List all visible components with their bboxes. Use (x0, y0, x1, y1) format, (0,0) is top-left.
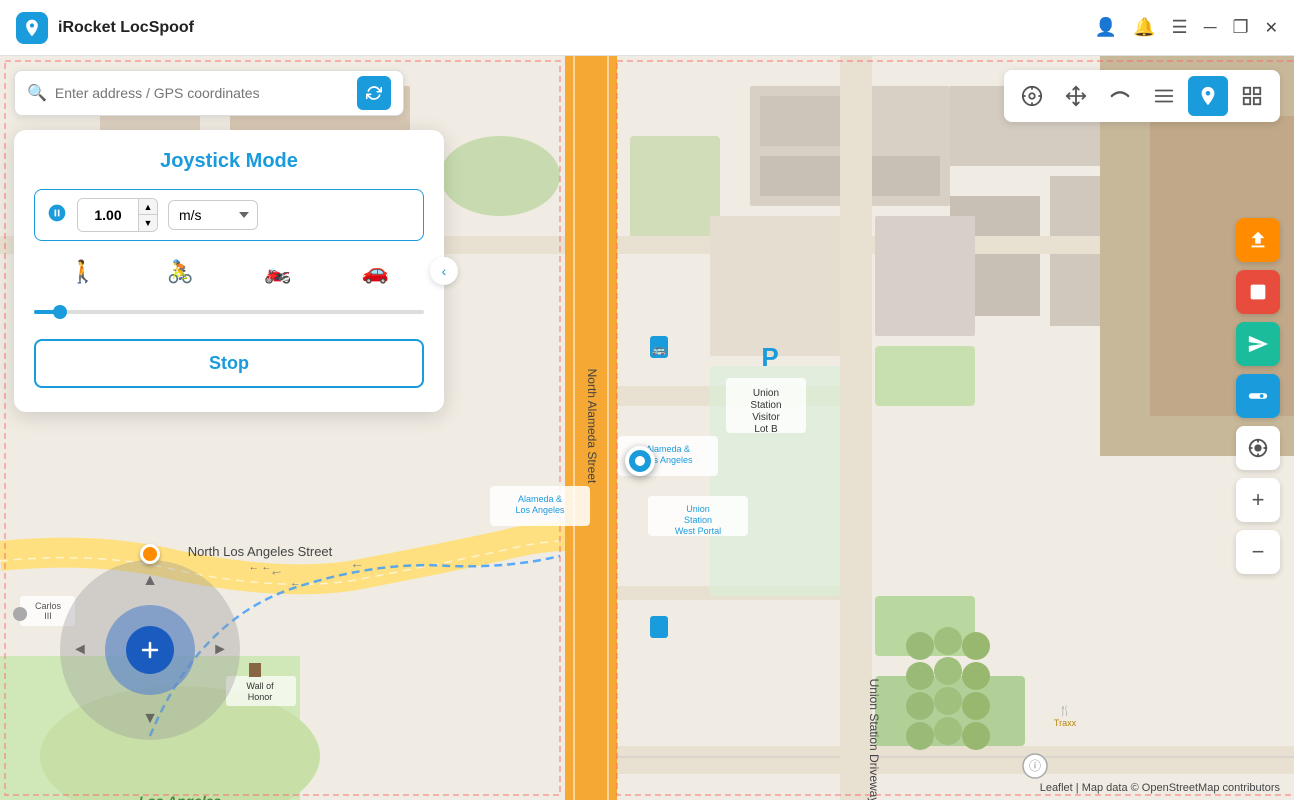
svg-text:Los Angeles: Los Angeles (515, 505, 565, 515)
map-location-marker (625, 446, 655, 476)
svg-text:🚌: 🚌 (652, 344, 666, 356)
close-icon[interactable]: ✕ (1265, 18, 1278, 38)
window-controls: 👤 🔔 ☰ ─ ❐ ✕ (1095, 17, 1278, 38)
svg-text:←: ← (290, 577, 301, 589)
svg-text:Station: Station (750, 400, 781, 411)
svg-text:🍴: 🍴 (1059, 704, 1071, 717)
panel-title: Joystick Mode (34, 150, 424, 173)
svg-text:Union: Union (686, 504, 710, 514)
bike-mode-btn[interactable]: 🚴 (167, 259, 194, 285)
app-title: iRocket LocSpoof (58, 19, 1095, 37)
crosshair-btn[interactable] (1012, 76, 1052, 116)
walk-mode-btn[interactable]: 🚶 (69, 259, 96, 285)
user-icon[interactable]: 👤 (1095, 17, 1117, 38)
joystick-right-arrow[interactable]: ► (212, 641, 228, 659)
speed-control-row: 1.00 ▲ ▼ m/s km/h mph (34, 189, 424, 241)
joystick[interactable]: ▲ ▼ ◄ ► (60, 560, 240, 740)
map-attribution: Leaflet | Map data © OpenStreetMap contr… (1040, 782, 1280, 794)
svg-text:←: ← (268, 561, 285, 579)
search-bar: 🔍 (14, 70, 404, 116)
zoom-out-btn[interactable]: − (1236, 530, 1280, 574)
joystick-panel: Joystick Mode 1.00 ▲ ▼ m/s km/h (14, 130, 444, 412)
menu-icon[interactable]: ☰ (1172, 17, 1188, 38)
search-input[interactable] (55, 85, 349, 101)
zoom-in-btn[interactable]: + (1236, 478, 1280, 522)
svg-text:Union Station Driveway: Union Station Driveway (867, 679, 881, 800)
speed-icon (47, 203, 67, 228)
svg-text:Union: Union (753, 388, 779, 399)
map-area[interactable]: ← ← ← North Alameda Street Union Station… (0, 56, 1294, 800)
svg-text:← ←: ← ← (249, 562, 272, 573)
svg-text:P: P (761, 342, 778, 372)
right-panel: + − (1236, 218, 1280, 574)
record-btn[interactable] (1236, 270, 1280, 314)
svg-text:Station: Station (684, 515, 712, 525)
motorcycle-mode-btn[interactable]: 🏍️ (264, 259, 291, 285)
svg-text:←: ← (350, 555, 364, 571)
joystick-down-arrow[interactable]: ▼ (142, 710, 158, 728)
joystick-left-arrow[interactable]: ◄ (72, 641, 88, 659)
app-logo (16, 12, 48, 44)
panel-collapse-btn[interactable]: ‹ (430, 257, 458, 285)
waypoint-btn[interactable] (1144, 76, 1184, 116)
map-toolbar (1004, 70, 1280, 122)
pin-btn[interactable] (1188, 76, 1228, 116)
svg-text:North Los Angeles Street: North Los Angeles Street (188, 544, 333, 559)
export-btn[interactable] (1236, 218, 1280, 262)
speed-input-wrap: 1.00 ▲ ▼ (77, 198, 158, 232)
speed-input[interactable]: 1.00 (78, 199, 138, 231)
speed-down-button[interactable]: ▼ (139, 215, 157, 231)
speed-slider[interactable] (34, 310, 424, 314)
stop-button[interactable]: Stop (34, 339, 424, 388)
car-mode-btn[interactable]: 🚗 (362, 259, 389, 285)
joystick-inner[interactable] (105, 605, 195, 695)
svg-text:North Alameda Street: North Alameda Street (585, 369, 599, 484)
joystick-up-arrow[interactable]: ▲ (142, 572, 158, 590)
svg-text:Alameda &: Alameda & (518, 494, 562, 504)
svg-text:Traxx: Traxx (1054, 718, 1077, 728)
refresh-button[interactable] (357, 76, 391, 110)
titlebar: iRocket LocSpoof 👤 🔔 ☰ ─ ❐ ✕ (0, 0, 1294, 56)
svg-text:ⓘ: ⓘ (1029, 759, 1041, 773)
joystick-outer: ▲ ▼ ◄ ► (60, 560, 240, 740)
unit-select[interactable]: m/s km/h mph (168, 200, 258, 230)
minimize-icon[interactable]: ─ (1204, 17, 1217, 38)
speed-arrows: ▲ ▼ (138, 199, 157, 231)
locate-btn[interactable] (1236, 426, 1280, 470)
svg-text:III: III (44, 611, 52, 621)
route-btn[interactable] (1100, 76, 1140, 116)
svg-text:West Portal: West Portal (675, 526, 721, 536)
bell-icon[interactable]: 🔔 (1133, 17, 1155, 38)
svg-text:Honor: Honor (248, 692, 273, 702)
speed-up-button[interactable]: ▲ (139, 199, 157, 215)
svg-text:Lot B: Lot B (754, 424, 778, 435)
transport-mode-row: 🚶 🚴 🏍️ 🚗 (34, 255, 424, 289)
toggle-btn[interactable] (1236, 374, 1280, 418)
svg-text:Visitor: Visitor (752, 412, 780, 423)
joystick-center[interactable] (126, 626, 174, 674)
joystick-pin (140, 544, 160, 564)
send-btn[interactable] (1236, 322, 1280, 366)
svg-text:Los Angeles: Los Angeles (139, 793, 222, 800)
move-btn[interactable] (1056, 76, 1096, 116)
search-icon: 🔍 (27, 83, 47, 103)
svg-text:Carlos: Carlos (35, 601, 62, 611)
restore-icon[interactable]: ❐ (1232, 17, 1248, 38)
layers-btn[interactable] (1232, 76, 1272, 116)
svg-text:Wall of: Wall of (246, 681, 274, 691)
